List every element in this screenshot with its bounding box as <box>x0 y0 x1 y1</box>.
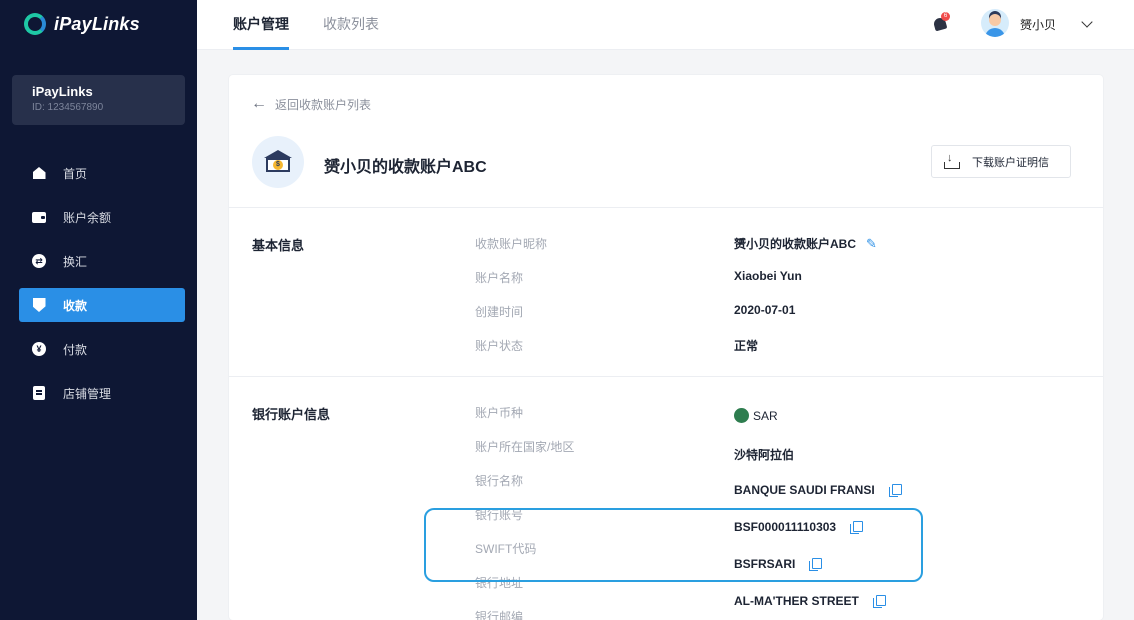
field-label: 收款账户昵称 <box>475 237 548 251</box>
sidebar-item-label: 首页 <box>63 166 88 181</box>
field-value-bank-account: BSF000011110303 <box>734 520 864 534</box>
tab-account-management[interactable]: 账户管理 <box>233 0 289 50</box>
download-certificate-button[interactable]: 下载账户证明信 <box>931 145 1071 178</box>
wallet-icon <box>32 210 46 224</box>
nickname-value: 赟小贝的收款账户ABC <box>734 237 856 251</box>
page-title: 赟小贝的收款账户ABC <box>324 159 487 176</box>
sidebar-item-label: 换汇 <box>63 254 88 269</box>
notification-bell-icon[interactable]: 6 <box>932 12 950 32</box>
swift-value: BSFRSARI <box>734 557 796 571</box>
sidebar-item-label: 付款 <box>63 342 88 357</box>
account-detail-card: ← 返回收款账户列表 $ 赟小贝的收款账户ABC 下载账户证明信 基本信息 收款… <box>229 75 1103 620</box>
download-icon <box>944 152 960 169</box>
copy-icon[interactable] <box>809 558 823 571</box>
sidebar-item-receive[interactable]: 收款 <box>19 288 185 322</box>
sidebar-item-label: 账户余额 <box>63 210 112 225</box>
section-title-bank: 银行账户信息 <box>252 407 331 422</box>
avatar[interactable] <box>981 9 1009 37</box>
receive-icon <box>32 298 46 312</box>
saudi-flag-icon <box>734 408 749 423</box>
brand-logo[interactable]: iPayLinks <box>24 12 140 36</box>
edit-icon[interactable]: ✎ <box>866 236 877 252</box>
field-label: 账户状态 <box>475 339 524 353</box>
section-title-basic: 基本信息 <box>252 238 305 253</box>
account-name: iPayLinks <box>32 84 93 99</box>
sidebar-item-pay[interactable]: ¥ 付款 <box>19 332 185 366</box>
copy-icon[interactable] <box>850 521 864 534</box>
sidebar-nav: 首页 账户余额 ⇄ 换汇 收款 ¥ 付款 店铺管理 <box>19 156 185 420</box>
field-value-country: 沙特阿拉伯 <box>734 448 795 462</box>
sidebar-item-store[interactable]: 店铺管理 <box>19 376 185 410</box>
store-icon <box>32 386 46 400</box>
field-value-created: 2020-07-01 <box>734 303 796 317</box>
top-bar: 账户管理 收款列表 6 赟小贝 <box>197 0 1134 50</box>
sidebar-item-balance[interactable]: 账户余额 <box>19 200 185 234</box>
bank-icon: $ <box>252 136 304 188</box>
bank-account-value: BSF000011110303 <box>734 520 837 534</box>
yen-icon: ¥ <box>32 342 46 356</box>
copy-icon[interactable] <box>872 595 886 608</box>
field-value-bank-address: AL-MA'THER STREET <box>734 594 886 608</box>
divider <box>229 207 1103 208</box>
bank-name-value: BANQUE SAUDI FRANSI <box>734 483 875 497</box>
brand-name: iPayLinks <box>54 13 140 34</box>
field-label: 账户名称 <box>475 271 524 285</box>
field-value-account-name: Xiaobei Yun <box>734 269 802 283</box>
copy-icon[interactable] <box>888 484 902 497</box>
back-label: 返回收款账户列表 <box>275 97 372 112</box>
notification-badge: 6 <box>941 12 950 21</box>
field-value-swift: BSFRSARI <box>734 557 823 571</box>
sidebar-item-label: 收款 <box>63 298 88 313</box>
field-value-bank-name: BANQUE SAUDI FRANSI <box>734 483 902 497</box>
download-label: 下载账户证明信 <box>972 156 1049 169</box>
field-label: 账户币种 <box>475 406 524 420</box>
username[interactable]: 赟小贝 <box>1020 16 1056 33</box>
home-icon <box>32 166 46 180</box>
account-id: ID: 1234567890 <box>32 102 104 113</box>
sidebar-item-home[interactable]: 首页 <box>19 156 185 190</box>
back-link[interactable]: ← 返回收款账户列表 <box>251 95 371 113</box>
sidebar-item-label: 店铺管理 <box>63 386 112 401</box>
field-label: 银行地址 <box>475 576 524 590</box>
tab-receipt-list[interactable]: 收款列表 <box>323 0 379 50</box>
sidebar-item-exchange[interactable]: ⇄ 换汇 <box>19 244 185 278</box>
divider <box>229 376 1103 377</box>
field-value-nickname: 赟小贝的收款账户ABC ✎ <box>734 235 877 252</box>
arrow-left-icon: ← <box>251 95 267 112</box>
field-label: 银行名称 <box>475 474 524 488</box>
sidebar: iPayLinks iPayLinks ID: 1234567890 首页 账户… <box>0 0 197 620</box>
account-switcher[interactable]: iPayLinks ID: 1234567890 <box>12 75 185 125</box>
logo-icon <box>24 13 46 35</box>
field-value-currency: SAR <box>734 408 778 423</box>
field-value-status: 正常 <box>734 339 759 353</box>
field-label: 银行邮编 <box>475 610 524 620</box>
exchange-icon: ⇄ <box>32 254 46 268</box>
bank-address-value: AL-MA'THER STREET <box>734 594 859 608</box>
field-label: 账户所在国家/地区 <box>475 440 575 454</box>
field-label: 银行账号 <box>475 508 524 522</box>
field-label: SWIFT代码 <box>475 542 537 556</box>
chevron-down-icon[interactable] <box>1081 16 1093 28</box>
field-label: 创建时间 <box>475 305 524 319</box>
currency-value: SAR <box>753 408 778 423</box>
